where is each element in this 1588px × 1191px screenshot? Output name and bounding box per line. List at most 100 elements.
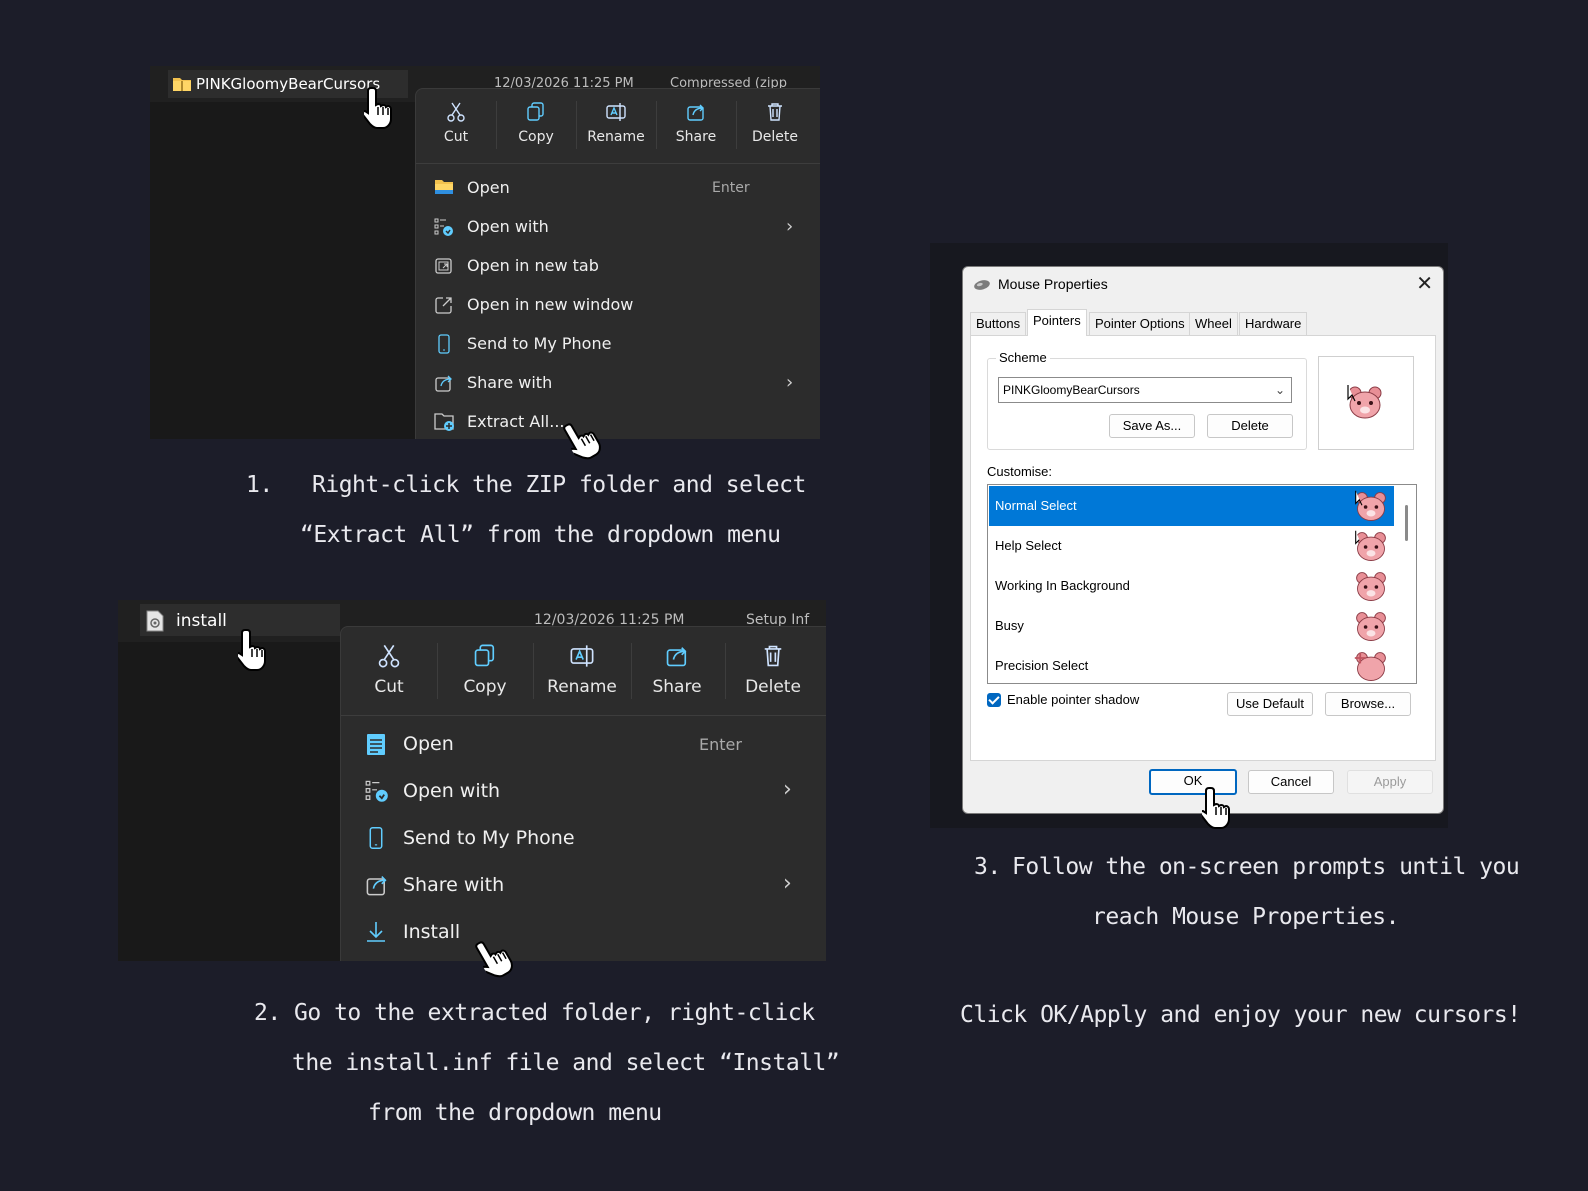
menu-item-extract-all[interactable]: Extract All...	[416, 403, 820, 439]
rename-icon	[606, 103, 626, 121]
rename-button[interactable]: Rename	[539, 643, 625, 697]
pointer-list[interactable]: Normal Select Help Select Working In Bac…	[987, 484, 1417, 684]
menu-label: Install	[403, 921, 461, 943]
menu-label: Send to My Phone	[467, 334, 612, 353]
menu-item-open-new-tab[interactable]: Open in new tab	[416, 247, 820, 285]
copy-icon	[474, 644, 495, 667]
step3-number: 3.	[974, 854, 1001, 880]
menu-item-send-to-phone[interactable]: Send to My Phone	[341, 815, 826, 861]
menu-label: Share with	[403, 874, 505, 896]
copy-label: Copy	[518, 129, 554, 145]
rename-label: Rename	[547, 677, 617, 697]
hand-cursor-icon	[1202, 787, 1230, 829]
new-tab-icon	[434, 256, 454, 280]
menu-item-open-new-window[interactable]: Open in new window	[416, 286, 820, 324]
pointer-shadow-label: Enable pointer shadow	[1007, 692, 1140, 707]
folder-icon	[434, 178, 454, 199]
list-item[interactable]: Working In Background	[989, 566, 1394, 606]
file-name[interactable]: PINKGloomyBearCursors	[196, 75, 380, 93]
bear-cursor-icon	[1355, 530, 1386, 561]
menu-item-open[interactable]: Open Enter	[416, 169, 820, 207]
step1-screenshot: PINKGloomyBearCursors 12/03/2026 11:25 P…	[150, 66, 820, 439]
menu-item-share-with[interactable]: Share with ›	[416, 364, 820, 402]
rename-icon	[570, 645, 594, 667]
save-as-button[interactable]: Save As...	[1109, 414, 1195, 438]
bear-cursor-icon	[1354, 652, 1386, 681]
hand-cursor-icon	[238, 629, 266, 671]
share-button[interactable]: Share	[666, 101, 726, 145]
cursor-preview	[1318, 356, 1414, 450]
delete-label: Delete	[745, 677, 801, 697]
menu-item-open-with[interactable]: Open with ›	[416, 208, 820, 246]
menu-item-install[interactable]: Install	[341, 909, 826, 955]
cut-button[interactable]: Cut	[351, 643, 427, 697]
bear-cursor-icon	[1356, 572, 1386, 601]
rename-button[interactable]: Rename	[584, 101, 648, 145]
bear-cursor-icon	[1355, 490, 1386, 521]
menu-label: Open	[403, 733, 454, 755]
list-item[interactable]: Normal Select	[989, 486, 1394, 526]
delete-button[interactable]: Delete	[733, 643, 813, 697]
scheme-dropdown[interactable]: PINKGloomyBearCursors ⌄	[998, 377, 1292, 403]
pointer-shadow-checkbox[interactable]	[987, 693, 1001, 707]
list-scrollbar[interactable]	[1396, 485, 1416, 683]
step3-caption-line2: reach Mouse Properties.	[1092, 904, 1400, 930]
tab-pointers[interactable]: Pointers	[1027, 309, 1087, 336]
tab-hardware[interactable]: Hardware	[1239, 312, 1308, 335]
list-item[interactable]: Help Select	[989, 526, 1394, 566]
browse-button[interactable]: Browse...	[1325, 692, 1411, 716]
hand-cursor-icon	[364, 87, 392, 129]
share-button[interactable]: Share	[639, 643, 715, 697]
scissors-icon	[447, 102, 465, 122]
delete-button[interactable]: Delete	[744, 101, 806, 145]
menu-item-open-with[interactable]: Open with ›	[341, 768, 826, 814]
bear-cursor-icon	[1356, 612, 1386, 641]
delete-scheme-button[interactable]: Delete	[1207, 414, 1293, 438]
tab-pointer-options[interactable]: Pointer Options	[1089, 312, 1191, 335]
menu-label: Send to My Phone	[403, 827, 575, 849]
copy-icon	[527, 102, 544, 121]
chevron-right-icon: ›	[786, 216, 794, 237]
new-window-icon	[434, 295, 454, 319]
copy-button[interactable]: Copy	[506, 101, 566, 145]
cut-label: Cut	[443, 129, 469, 145]
zip-folder-icon	[172, 76, 192, 96]
copy-button[interactable]: Copy	[447, 643, 523, 697]
step1-caption-line1: Right-click the ZIP folder and select	[312, 472, 806, 498]
menu-item-share-with[interactable]: Share with ›	[341, 862, 826, 908]
cancel-button[interactable]: Cancel	[1248, 770, 1334, 794]
list-item[interactable]: Precision Select	[989, 646, 1394, 683]
step2-caption-line1: 2. Go to the extracted folder, right-cli…	[254, 1000, 815, 1026]
customise-label: Customise:	[987, 464, 1053, 479]
scheme-label: Scheme	[996, 350, 1050, 365]
file-name[interactable]: install	[176, 611, 227, 631]
trash-icon	[768, 103, 782, 121]
share-label: Share	[652, 677, 702, 697]
delete-label: Delete	[752, 129, 798, 145]
step3-caption-line1: Follow the on-screen prompts until you	[1012, 854, 1520, 880]
open-with-icon	[365, 779, 389, 807]
scissors-icon	[378, 644, 400, 668]
phone-icon	[437, 334, 451, 358]
apply-button[interactable]: Apply	[1347, 770, 1433, 794]
rename-label: Rename	[587, 129, 645, 145]
menu-label: Extract All...	[467, 412, 565, 431]
close-button[interactable]: ✕	[1416, 271, 1433, 296]
use-default-button[interactable]: Use Default	[1227, 692, 1313, 716]
step2-caption-line3: from the dropdown menu	[368, 1100, 662, 1126]
menu-label: Open	[467, 178, 510, 197]
menu-label: Open in new window	[467, 295, 634, 314]
cut-button[interactable]: Cut	[426, 101, 486, 145]
menu-item-send-to-phone[interactable]: Send to My Phone	[416, 325, 820, 363]
menu-item-open[interactable]: Open Enter	[341, 721, 826, 767]
list-item[interactable]: Busy	[989, 606, 1394, 646]
trash-icon	[764, 645, 782, 667]
mouse-icon	[973, 279, 991, 294]
tab-wheel[interactable]: Wheel	[1189, 312, 1238, 335]
notepad-icon	[365, 732, 387, 760]
share-with-icon	[434, 373, 454, 397]
mouse-properties-dialog: Mouse Properties ✕ Buttons Pointers Poin…	[962, 266, 1444, 814]
share-with-icon	[365, 873, 389, 901]
tab-buttons[interactable]: Buttons	[970, 312, 1027, 335]
menu-label: Share with	[467, 373, 553, 392]
